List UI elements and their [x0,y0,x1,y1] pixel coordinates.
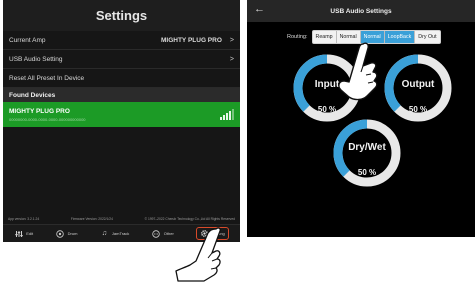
output-knob[interactable]: Output 50 % [382,52,454,124]
tab-jamtrack[interactable]: ♫ JamTrack [100,229,130,238]
knob-value: 50 % [317,105,337,114]
tab-label: Drum [67,231,78,236]
reset-presets-row[interactable]: Reset All Preset In Device [3,69,240,88]
tap-hand-icon [338,42,378,101]
knob-label: Dry/Wet [348,142,386,153]
tab-label: Edit [26,231,34,236]
chevron-right-icon: > [229,55,234,63]
tab-edit[interactable]: Edit [14,229,33,238]
usb-audio-header: ← USB Audio Settings [247,0,475,22]
current-amp-label: Current Amp [9,36,46,44]
current-amp-row[interactable]: Current Amp MIGHTY PLUG PRO > [3,31,240,50]
version-footer: App version: 3.2.1.24 Firmware Version: … [3,215,240,223]
sliders-icon [14,229,23,238]
music-note-icon: ♫ [101,230,108,237]
page-title: Settings [95,8,148,23]
knob-value: 50 % [408,105,428,114]
routing-label: Routing: [287,34,308,40]
device-name: MIGHTY PLUG PRO [9,107,70,115]
dots-icon [152,229,161,238]
copyright: © 1997–2022 Cherub Technology Co.,Ltd Al… [144,217,235,221]
drum-icon [56,229,65,238]
section-title: Found Devices [9,91,56,99]
tab-label: JamTrack [111,231,130,236]
knob-ring [333,119,401,187]
usb-audio-settings-screen: ← USB Audio Settings Routing: Reamp Norm… [247,0,475,237]
settings-screen: Settings Current Amp MIGHTY PLUG PRO > U… [3,0,240,242]
signal-strength-icon [220,109,234,120]
dry-wet-knob[interactable]: Dry/Wet 50 % [331,117,403,189]
tap-hand-icon [175,227,221,282]
knob-value: 50 % [357,168,377,177]
app-version: App version: 3.2.1.24 [8,217,40,221]
reset-presets-label: Reset All Preset In Device [9,74,85,82]
page-title: USB Audio Settings [330,7,392,15]
chevron-right-icon: > [229,36,234,44]
current-amp-value: MIGHTY PLUG PRO [160,36,222,44]
back-arrow-icon[interactable]: ← [254,3,265,15]
usb-audio-setting-row[interactable]: USB Audio Setting > [3,50,240,69]
usb-audio-setting-label: USB Audio Setting [9,55,63,63]
firmware-version: Firmware Version: 2022/1/24 [70,217,113,221]
routing-option-dry-out[interactable]: Dry Out [415,31,439,43]
found-devices-header: Found Devices [3,88,240,102]
routing-option-loopback[interactable]: LoopBack [384,31,416,43]
tab-drum[interactable]: Drum [56,229,78,238]
knob-label: Output [401,79,435,90]
device-id: 00000000-0000-0000-0000-000000000000 [9,116,86,122]
settings-header: Settings [3,0,240,31]
device-list-item[interactable]: MIGHTY PLUG PRO 00000000-0000-0000-0000-… [3,102,240,127]
tab-other[interactable]: Other [152,229,174,238]
